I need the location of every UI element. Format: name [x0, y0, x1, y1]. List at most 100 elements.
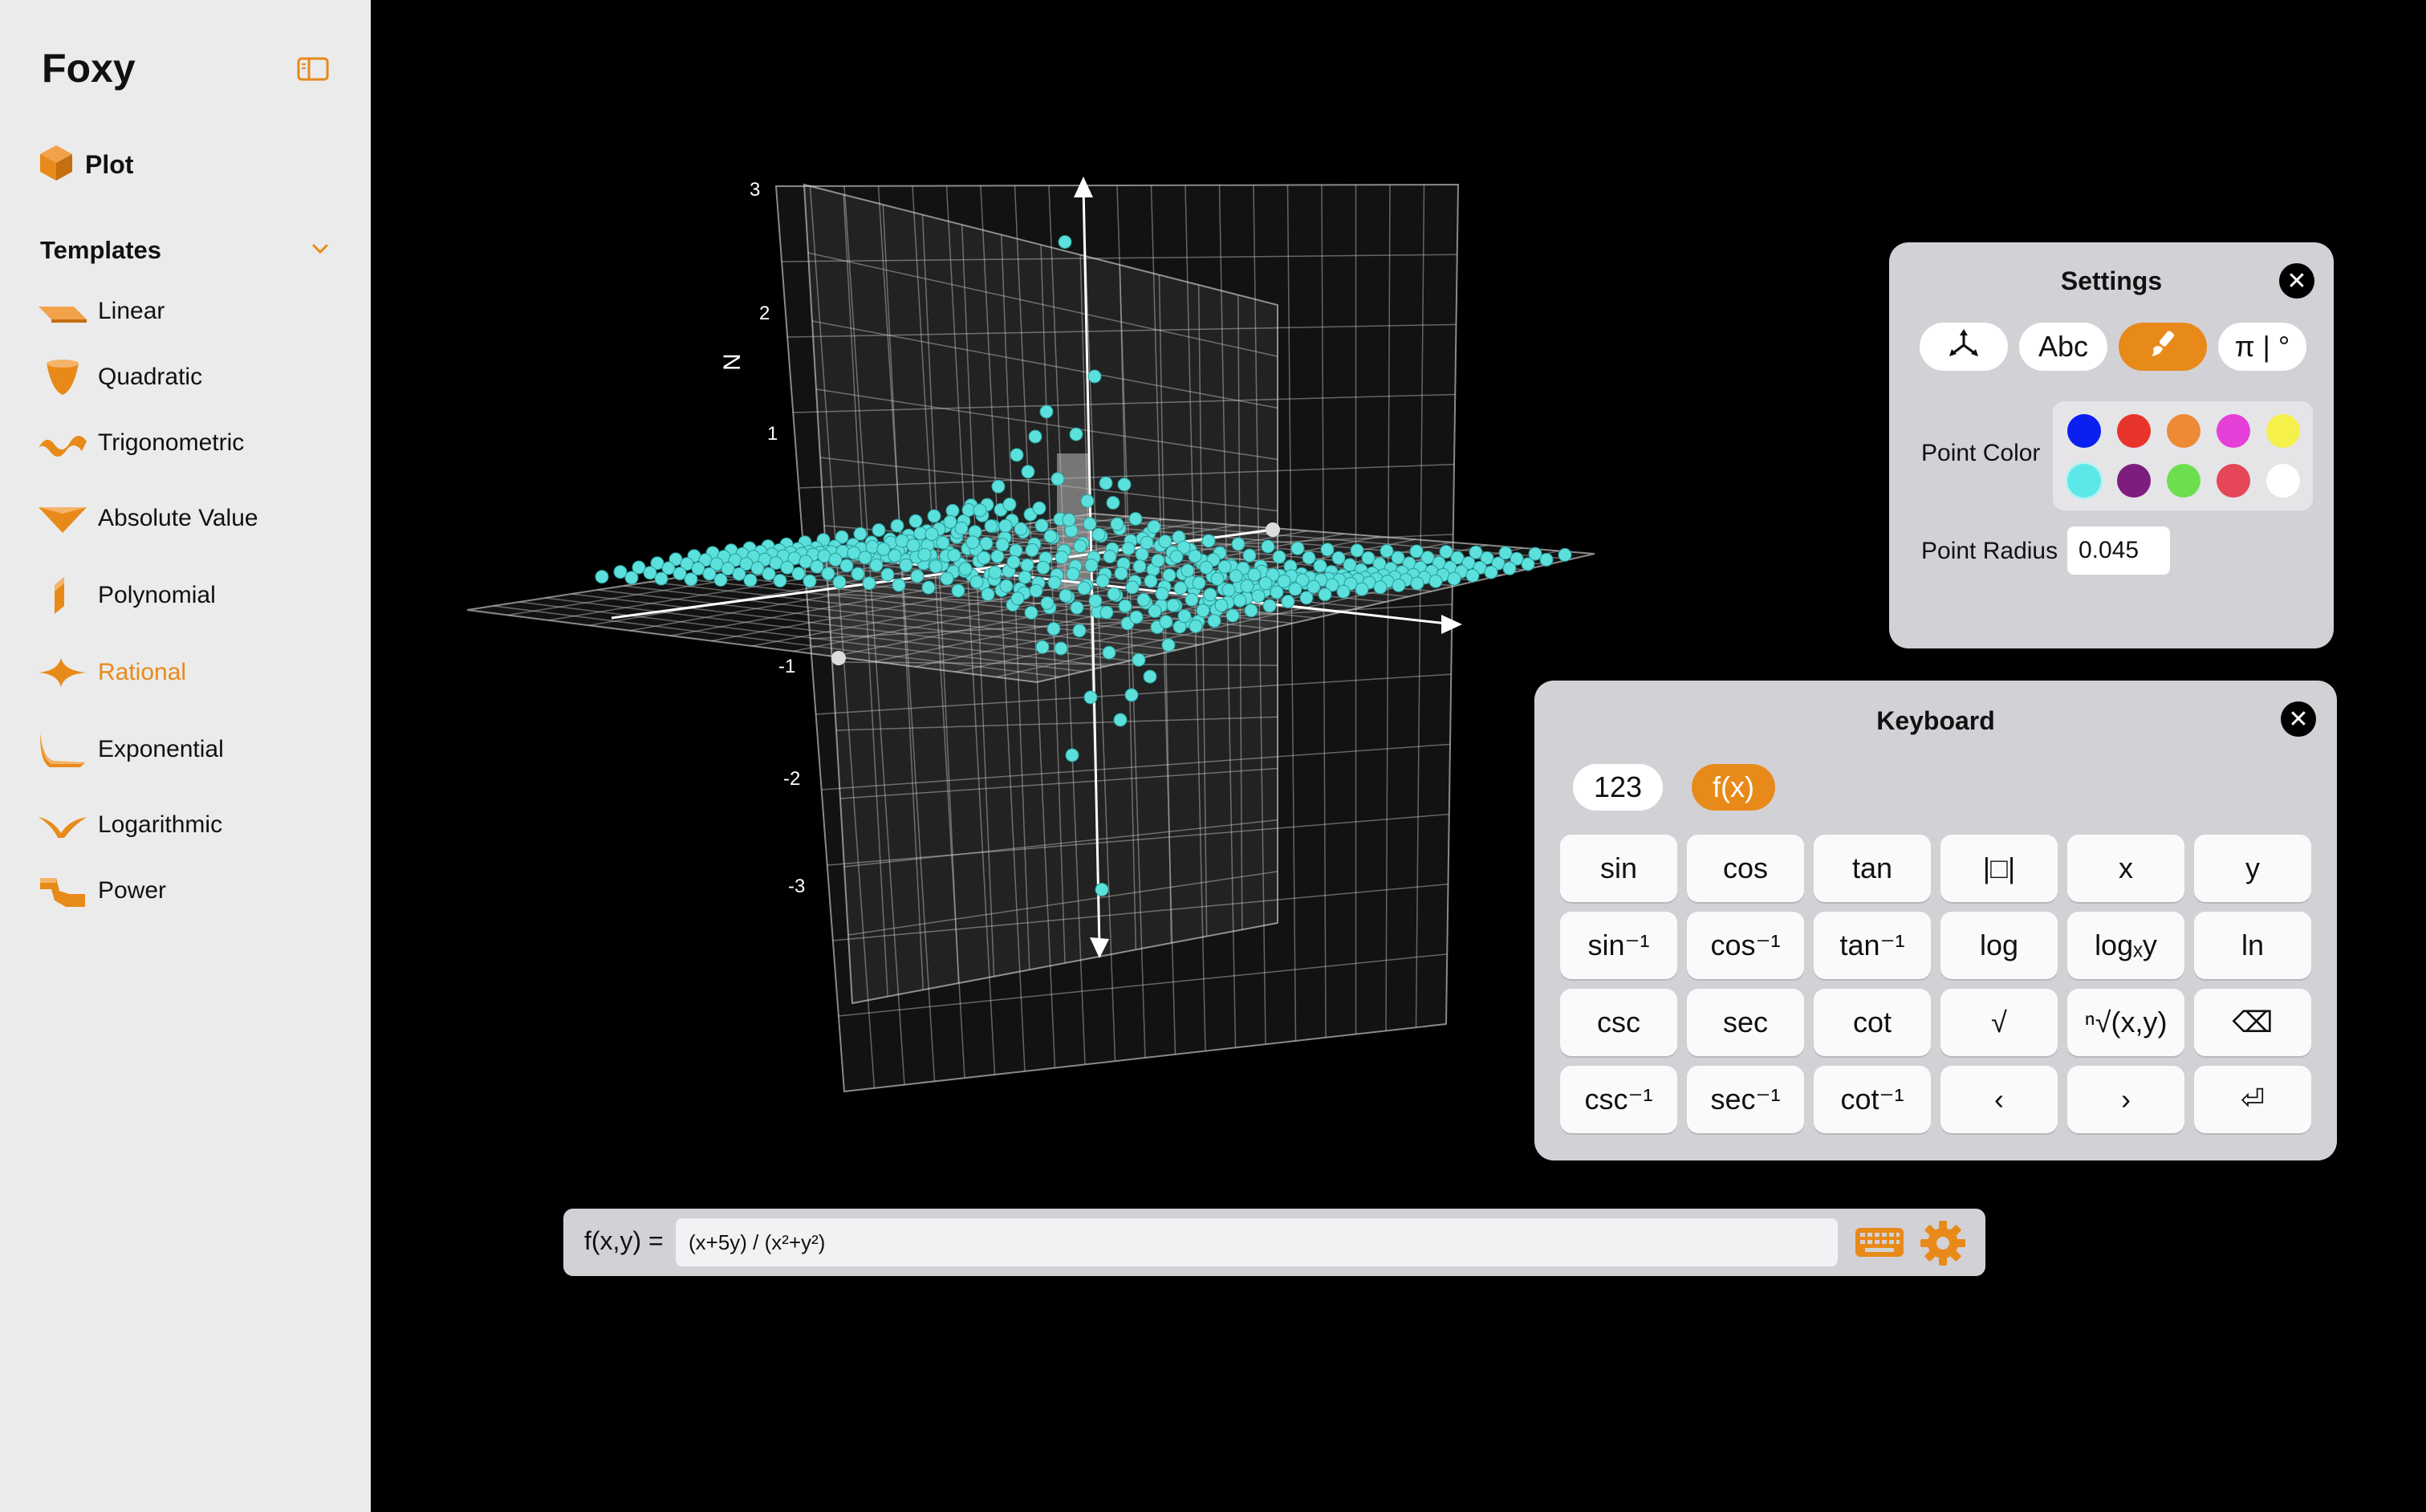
- settings-close-button[interactable]: ✕: [2279, 263, 2314, 299]
- formula-label: f(x,y) =: [584, 1226, 664, 1255]
- templates-header[interactable]: Templates: [40, 234, 329, 266]
- key-2-2[interactable]: cot: [1814, 989, 1931, 1056]
- key-2-5[interactable]: ⌫: [2194, 989, 2311, 1056]
- key-3-0[interactable]: csc⁻¹: [1560, 1066, 1677, 1133]
- surface-point: [906, 539, 920, 553]
- surface-point: [917, 547, 932, 562]
- sidebar-item-exponential[interactable]: Exponential: [37, 727, 342, 772]
- sidebar-item-plot[interactable]: Plot: [39, 144, 133, 185]
- templates-label: Templates: [40, 236, 162, 264]
- gear-icon[interactable]: [1920, 1220, 1966, 1266]
- tab-units[interactable]: π | °: [2218, 323, 2306, 371]
- surface-point: [1350, 543, 1364, 558]
- surface-point: [965, 535, 980, 550]
- key-2-0[interactable]: csc: [1560, 989, 1677, 1056]
- key-2-3[interactable]: √: [1940, 989, 2058, 1056]
- surface-point: [969, 575, 984, 589]
- surface-point: [1221, 583, 1236, 597]
- key-0-2[interactable]: tan: [1814, 835, 1931, 902]
- surface-point: [1103, 550, 1117, 563]
- key-0-1[interactable]: cos: [1687, 835, 1804, 902]
- color-swatch[interactable]: [2266, 464, 2300, 498]
- key-1-0[interactable]: sin⁻¹: [1560, 912, 1677, 979]
- surface-point: [1077, 581, 1091, 595]
- key-3-4[interactable]: ›: [2067, 1066, 2184, 1133]
- color-swatch-selected[interactable]: [2067, 464, 2101, 498]
- sidebar-item-absolute-value[interactable]: Absolute Value: [37, 496, 342, 541]
- axes-icon: [1946, 327, 1981, 367]
- key-0-5[interactable]: y: [2194, 835, 2311, 902]
- key-2-4[interactable]: ⁿ√(x,y): [2067, 989, 2184, 1056]
- surface-point: [958, 562, 973, 576]
- surface-point: [876, 542, 891, 556]
- tab-axes[interactable]: [1920, 323, 2008, 371]
- color-swatch[interactable]: [2217, 414, 2250, 448]
- color-swatch[interactable]: [2117, 414, 2151, 448]
- surface-point: [995, 538, 1010, 552]
- surface-point: [1099, 605, 1114, 620]
- surface-point: [1484, 565, 1498, 579]
- z-tick-label: -3: [788, 876, 805, 897]
- color-swatch[interactable]: [2067, 414, 2101, 448]
- surface-point: [1380, 544, 1394, 558]
- key-2-1[interactable]: sec: [1687, 989, 1804, 1056]
- formula-input[interactable]: (x+5y) / (x²+y²): [676, 1218, 1838, 1266]
- key-0-4[interactable]: x: [2067, 835, 2184, 902]
- key-1-2[interactable]: tan⁻¹: [1814, 912, 1931, 979]
- key-3-5[interactable]: ⏎: [2194, 1066, 2311, 1133]
- surface-point: [936, 535, 950, 550]
- key-3-3[interactable]: ‹: [1940, 1066, 2058, 1133]
- mode-functions[interactable]: f(x): [1692, 764, 1775, 811]
- color-swatch[interactable]: [2266, 414, 2300, 448]
- surface-point: [1073, 539, 1087, 553]
- sidebar-item-polynomial[interactable]: Polynomial: [37, 573, 342, 618]
- surface-point: [1084, 558, 1099, 572]
- color-swatch[interactable]: [2217, 464, 2250, 498]
- key-3-2[interactable]: cot⁻¹: [1814, 1066, 1931, 1133]
- sidebar-item-logarithmic[interactable]: Logarithmic: [37, 803, 342, 847]
- axis-endpoint: [1266, 522, 1280, 537]
- surface-point: [810, 559, 824, 574]
- sidebar-toggle-icon[interactable]: [297, 56, 329, 82]
- surface-point: [1020, 558, 1034, 572]
- chevron-down-icon: [311, 243, 329, 258]
- tab-appearance[interactable]: [2119, 323, 2207, 371]
- tab-labels[interactable]: Abc: [2019, 323, 2107, 371]
- keyboard-title: Keyboard: [1876, 706, 1995, 735]
- key-1-5[interactable]: ln: [2194, 912, 2311, 979]
- key-3-1[interactable]: sec⁻¹: [1687, 1066, 1804, 1133]
- sidebar-item-linear[interactable]: Linear: [37, 289, 342, 334]
- mode-numbers[interactable]: 123: [1573, 764, 1663, 811]
- key-0-0[interactable]: sin: [1560, 835, 1677, 902]
- key-1-4[interactable]: logₓy: [2067, 912, 2184, 979]
- surface-point: [1447, 571, 1461, 586]
- point-radius-input[interactable]: 0.045: [2067, 526, 2170, 575]
- sidebar-item-power[interactable]: Power: [37, 868, 342, 913]
- surface-point: [1161, 638, 1176, 652]
- surface-point: [921, 580, 936, 595]
- sidebar-item-trigonometric[interactable]: Trigonometric: [37, 421, 342, 465]
- color-swatch[interactable]: [2117, 464, 2151, 498]
- sidebar-item-quadratic[interactable]: Quadratic: [37, 355, 342, 400]
- surface-point: [762, 567, 776, 581]
- key-0-3[interactable]: |□|: [1940, 835, 2058, 902]
- surface-point: [654, 571, 668, 586]
- template-label: Linear: [98, 298, 165, 324]
- surface-point: [1214, 598, 1229, 612]
- surface-point: [1035, 640, 1050, 654]
- key-1-3[interactable]: log: [1940, 912, 2058, 979]
- color-swatch[interactable]: [2167, 414, 2200, 448]
- sidebar: Foxy Plot Templates Linear Quadratic Tri…: [0, 0, 371, 1512]
- surface-point: [1502, 561, 1517, 575]
- surface-point: [1107, 587, 1121, 601]
- surface-point: [1196, 604, 1210, 618]
- surface-point: [1185, 592, 1199, 607]
- key-1-1[interactable]: cos⁻¹: [1687, 912, 1804, 979]
- logarithmic-icon: [37, 806, 90, 844]
- surface-point: [1355, 582, 1369, 596]
- color-swatch[interactable]: [2167, 464, 2200, 498]
- keyboard-close-button[interactable]: ✕: [2281, 701, 2316, 737]
- sidebar-item-rational[interactable]: Rational: [37, 650, 342, 695]
- surface-point: [1054, 641, 1068, 656]
- keyboard-icon[interactable]: [1854, 1225, 1905, 1260]
